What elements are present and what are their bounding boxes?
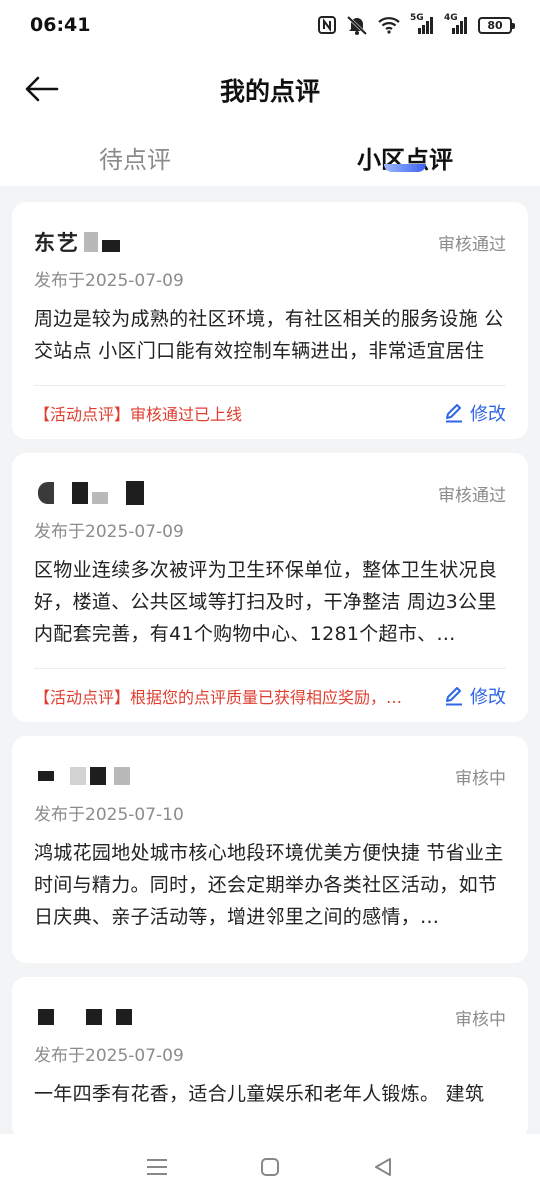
redacted-block [38,771,54,781]
review-card[interactable]: 东艺 审核通过 发布于2025-07-09 周边是较为成熟的社区环境，有社区相关… [12,202,528,439]
mute-icon [346,15,368,35]
author-name [34,481,144,505]
review-date: 发布于2025-07-10 [34,805,184,825]
review-content: 鸿城花园地处城市核心地段环境优美方便快捷 节省业主时间与精力。同时，还会定期举办… [34,842,504,928]
author-name: 东艺 [34,230,120,255]
page-title: 我的点评 [219,77,320,106]
edit-icon [446,686,462,705]
edit-button[interactable]: 修改 [444,683,506,709]
activity-note: 【活动点评】根据您的点评质量已获得相应奖励，… [34,687,403,707]
battery-icon: 80 [478,16,515,34]
review-content: 一年四季有花香，适合儿童娱乐和老年人锻炼。 建筑 [34,1083,485,1105]
redacted-block [72,482,88,504]
redacted-block [70,767,86,785]
signal-5g-icon: 5G [410,13,434,34]
recent-apps-button[interactable] [137,1147,177,1187]
redacted-block [90,767,106,785]
back-triangle-icon [375,1158,392,1176]
review-status: 审核通过 [438,486,506,506]
system-nav-bar [0,1134,540,1200]
author-name [34,1005,132,1029]
redacted-block [38,482,54,504]
review-list: 东艺 审核通过 发布于2025-07-09 周边是较为成熟的社区环境，有社区相关… [12,202,528,1154]
redacted-block [92,492,108,504]
review-status: 审核中 [455,769,506,789]
tab-community-review[interactable]: 小区点评 [270,128,540,186]
review-footer: 【活动点评】审核通过已上线 修改 [34,385,506,439]
back-nav-button[interactable] [363,1147,403,1187]
review-content: 区物业连续多次被评为卫生环保单位，整体卫生状况良好，楼道、公共区域等打扫及时，干… [34,559,498,645]
review-date: 发布于2025-07-09 [34,271,184,291]
review-status: 审核通过 [438,235,506,255]
redacted-block [116,1009,132,1025]
nfc-icon [318,16,336,34]
author-name-text: 东艺 [34,231,80,255]
author-name [34,764,130,788]
redacted-block [114,767,130,785]
review-card[interactable]: 审核中 发布于2025-07-09 一年四季有花香，适合儿童娱乐和老年人锻炼。 … [12,977,528,1140]
review-content: 周边是较为成熟的社区环境，有社区相关的服务设施 公交站点 小区门口能有效控制车辆… [34,308,504,362]
redacted-block [86,1009,102,1025]
signal-4g-icon: 4G [444,13,468,34]
redacted-block [126,481,144,505]
edit-label: 修改 [470,686,506,708]
review-status: 审核中 [455,1010,506,1030]
home-button[interactable] [250,1147,290,1187]
tab-bar: 待点评 小区点评 [0,128,540,186]
status-icons: 5G 4G 80 [318,13,515,35]
review-footer: 【活动点评】根据您的点评质量已获得相应奖励，… 修改 [34,668,506,722]
wifi-icon [378,17,400,34]
redacted-block [102,240,120,252]
active-tab-indicator [384,164,426,172]
review-date: 发布于2025-07-09 [34,1046,184,1066]
header: 我的点评 [0,50,540,128]
tab-pending-review-label: 待点评 [99,146,171,174]
redacted-block [38,1009,54,1025]
tab-pending-review[interactable]: 待点评 [0,128,270,186]
menu-icon [146,1159,167,1175]
review-date: 发布于2025-07-09 [34,522,184,542]
status-bar: 06:41 5G 4G 80 [0,0,540,50]
activity-note: 【活动点评】审核通过已上线 [34,404,243,424]
edit-button[interactable]: 修改 [444,400,506,426]
review-card[interactable]: 审核通过 发布于2025-07-09 区物业连续多次被评为卫生环保单位，整体卫生… [12,453,528,722]
review-card[interactable]: 审核中 发布于2025-07-10 鸿城花园地处城市核心地段环境优美方便快捷 节… [12,736,528,963]
home-icon [260,1158,279,1176]
status-time: 06:41 [30,14,91,36]
edit-icon [446,403,462,422]
edit-label: 修改 [470,403,506,425]
redacted-block [84,232,98,252]
